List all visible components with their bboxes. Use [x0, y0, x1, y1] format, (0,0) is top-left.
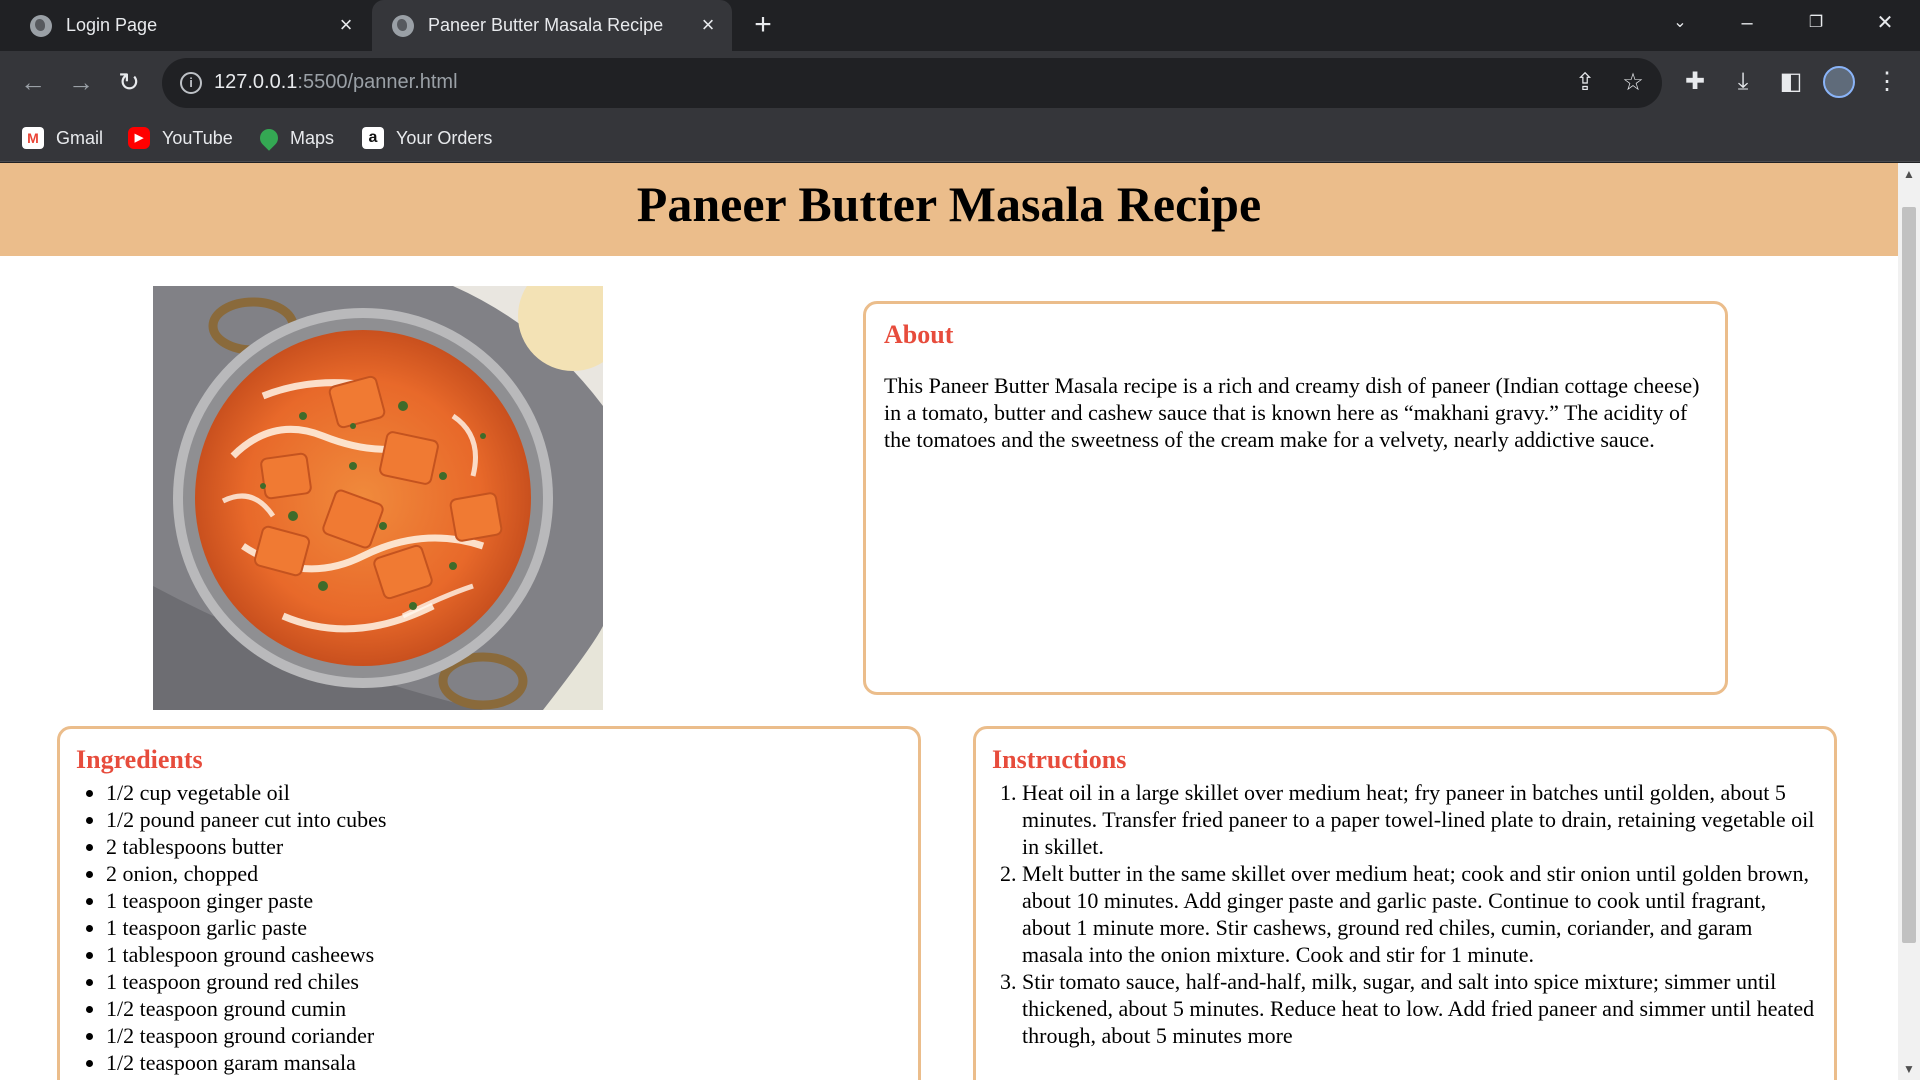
close-tab-icon[interactable]: ×	[696, 13, 720, 37]
bookmark-youtube[interactable]: ▶ YouTube	[128, 123, 233, 153]
new-tab-button[interactable]: +	[748, 10, 778, 40]
forward-icon[interactable]: →	[64, 65, 98, 99]
scroll-down-icon[interactable]: ▼	[1898, 1058, 1920, 1080]
url-path: :5500/panner.html	[297, 71, 458, 93]
bookmark-label: Your Orders	[396, 127, 493, 148]
tab-title: Paneer Butter Masala Recipe	[428, 15, 664, 35]
bookmark-label: Maps	[290, 127, 335, 148]
close-window-button[interactable]: ✕	[1865, 8, 1905, 38]
list-item: 1 teaspoon garlic paste	[106, 914, 902, 941]
globe-icon	[392, 14, 414, 37]
amazon-icon: a	[362, 127, 384, 149]
list-item: 1/2 pound paneer cut into cubes	[106, 806, 902, 833]
gmail-icon: M	[22, 127, 44, 149]
paneer-butter-masala-photo	[153, 286, 603, 710]
restore-button[interactable]: ❐	[1796, 8, 1836, 38]
scroll-thumb[interactable]	[1902, 207, 1916, 943]
back-icon[interactable]: ←	[16, 65, 50, 99]
bookmarks-bar: M Gmail ▶ YouTube Maps a Your Orders	[0, 114, 1920, 162]
youtube-icon: ▶	[128, 127, 150, 149]
list-item: 1 tablespoon ground casheews	[106, 941, 902, 968]
bookmark-maps[interactable]: Maps	[256, 123, 335, 153]
minimize-button[interactable]: –	[1727, 8, 1767, 38]
url-host: 127.0.0.1	[214, 71, 298, 93]
tab-search-icon[interactable]: ⌄	[1660, 8, 1700, 38]
about-heading: About	[884, 320, 954, 349]
vertical-scrollbar[interactable]: ▲ ▼	[1898, 163, 1920, 1080]
list-item: 1 teaspoon ground red chiles	[106, 968, 902, 995]
about-card: About This Paneer Butter Masala recipe i…	[863, 301, 1728, 695]
tab-strip: Login Page × Paneer Butter Masala Recipe…	[0, 0, 1920, 51]
bookmark-gmail[interactable]: M Gmail	[22, 123, 103, 153]
ingredients-card: Ingredients 1/2 cup vegetable oil 1/2 po…	[57, 726, 921, 1080]
maps-icon	[256, 125, 282, 151]
bookmark-label: YouTube	[162, 127, 233, 148]
close-tab-icon[interactable]: ×	[334, 13, 358, 37]
extensions-icon[interactable]: ✚	[1678, 65, 1712, 99]
tab-paneer-recipe[interactable]: Paneer Butter Masala Recipe ×	[372, 0, 732, 51]
browser-toolbar: ← → ↻ i 127.0.0.1:5500/panner.html ⇪ ☆ ✚…	[0, 51, 1920, 114]
list-item: Melt butter in the same skillet over med…	[1022, 860, 1818, 968]
scroll-up-icon[interactable]: ▲	[1898, 163, 1920, 185]
download-icon[interactable]: ⤓	[1726, 65, 1760, 99]
list-item: 1/2 teaspoon ground cumin	[106, 995, 902, 1022]
list-item: 2 tablespoons butter	[106, 833, 902, 860]
list-item: 1 teaspoon ginger paste	[106, 887, 902, 914]
about-text: This Paneer Butter Masala recipe is a ri…	[884, 373, 1700, 452]
side-panel-icon[interactable]: ◧	[1774, 65, 1808, 99]
tab-title: Login Page	[66, 15, 158, 35]
reload-icon[interactable]: ↻	[112, 65, 146, 99]
globe-icon	[30, 14, 52, 37]
ingredients-list: 1/2 cup vegetable oil 1/2 pound paneer c…	[106, 779, 902, 1076]
tab-login-page[interactable]: Login Page ×	[18, 0, 370, 51]
instructions-card: Instructions Heat oil in a large skillet…	[973, 726, 1837, 1080]
list-item: 1/2 cup vegetable oil	[106, 779, 902, 806]
instructions-list: Heat oil in a large skillet over medium …	[1022, 779, 1818, 1049]
bookmark-star-icon[interactable]: ☆	[1620, 70, 1646, 96]
page-viewport: Paneer Butter Masala Recipe About This P…	[0, 163, 1898, 1080]
page-header: Paneer Butter Masala Recipe	[0, 163, 1898, 256]
ingredients-heading: Ingredients	[76, 745, 203, 774]
share-icon[interactable]: ⇪	[1572, 70, 1598, 96]
bookmark-label: Gmail	[56, 127, 104, 148]
page-title: Paneer Butter Masala Recipe	[636, 176, 1262, 232]
address-bar[interactable]: i 127.0.0.1:5500/panner.html ⇪ ☆	[162, 58, 1662, 108]
instructions-heading: Instructions	[992, 745, 1127, 774]
list-item: Heat oil in a large skillet over medium …	[1022, 779, 1818, 860]
list-item: 1/2 teaspoon garam mansala	[106, 1049, 902, 1076]
dish-illustration	[153, 286, 603, 710]
list-item: 2 onion, chopped	[106, 860, 902, 887]
url-text[interactable]: 127.0.0.1:5500/panner.html	[214, 71, 458, 94]
bookmark-your-orders[interactable]: a Your Orders	[362, 123, 492, 153]
list-item: 1/2 teaspoon ground coriander	[106, 1022, 902, 1049]
menu-kebab-icon[interactable]: ⋮	[1870, 65, 1904, 99]
list-item: Stir tomato sauce, half-and-half, milk, …	[1022, 968, 1818, 1049]
site-info-icon[interactable]: i	[180, 72, 202, 94]
profile-avatar[interactable]	[1823, 66, 1855, 98]
